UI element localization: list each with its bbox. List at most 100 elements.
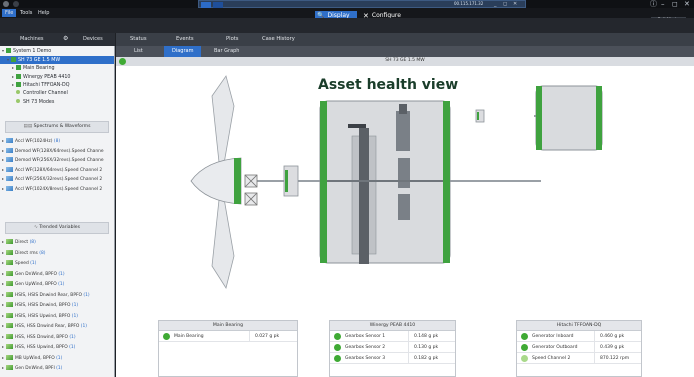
trended-item[interactable]: ▸ MB UpWind, BPFO (1) xyxy=(0,354,114,362)
sensor-row[interactable]: Gearbox Sensor 1 0.148 g pk xyxy=(330,331,455,342)
gear-upper-cap xyxy=(399,104,407,114)
trended-item-label: Direct rms xyxy=(15,250,38,256)
machine-status-strip: SH 73 GE 1.5 MW xyxy=(116,57,694,66)
trended-item[interactable]: ▸ Speed (1) xyxy=(0,259,114,267)
sensor-row[interactable]: Speed Channel 2 870.122 rpm xyxy=(517,353,641,364)
trended-item[interactable]: ▸ HSIS, HSIS Dnwind Rear, BPFO (1) xyxy=(0,291,114,299)
machine-icon xyxy=(11,56,16,62)
trended-item-count: (8) xyxy=(29,240,36,245)
trended-item-label: HSS, HSS Dnwind Rear, BPFO xyxy=(15,324,80,329)
subtab-diagram[interactable]: Diagram xyxy=(164,46,202,57)
trend-chart-icon xyxy=(6,281,13,286)
close-icon[interactable]: ✕ xyxy=(684,0,690,8)
tree-item[interactable]: ▸ Winergy PEAB 4410 xyxy=(0,73,114,81)
trended-item[interactable]: ▸ HSIS, HSIS Dnwind, BPFO (1) xyxy=(0,301,114,309)
sensor-row[interactable]: Generator Outboard 0.439 g pk xyxy=(517,342,641,353)
tab-case-history[interactable]: Case History xyxy=(262,36,295,42)
trended-item-count: (1) xyxy=(58,282,65,287)
tab-status[interactable]: Status xyxy=(130,36,147,42)
trended-item[interactable]: ▸ HSIS, HSIS Upwind, BPFO (1) xyxy=(0,312,114,320)
trended-item-label: HSIS, HSIS Dnwind, BPFO xyxy=(15,303,71,308)
trended-item[interactable]: ▸ Direct rms (8) xyxy=(0,249,114,257)
menu-file[interactable]: File xyxy=(2,9,17,17)
trend-chart-icon xyxy=(6,365,13,370)
spectrum-item-label: Accl WF(256X/32revs).Speed Channel 2 xyxy=(15,177,103,182)
trended-item-label: Direct xyxy=(15,240,29,245)
spectrum-item[interactable]: ▸ Accl WF(1024X/8revs).Speed Channel 2 xyxy=(0,185,114,193)
tree-item[interactable]: ▾ SH 73 GE 1.5 MW xyxy=(0,55,114,64)
tree-item[interactable]: ▾ System 1 Demo xyxy=(0,47,114,55)
sensor-panel: Hitachi TFFOAN-DQ Generator Inboard 0.460 … xyxy=(516,320,642,377)
tab-events[interactable]: Events xyxy=(176,36,194,42)
spectrum-item-count: (8) xyxy=(53,139,61,144)
trended-item[interactable]: ▸ Gen DnWind, BPFO (1) xyxy=(0,270,114,278)
trended-item[interactable]: ▸ HSS, HSS Upwind, BPFO (1) xyxy=(0,343,114,351)
waveform-icon xyxy=(6,147,13,153)
tree-item-label: Controller Channel xyxy=(23,91,68,96)
trended-item-count: (1) xyxy=(80,324,88,329)
hub-status-band xyxy=(234,158,241,204)
maximize-icon[interactable]: ◻ xyxy=(672,0,678,8)
session-close-icon[interactable]: ✕ xyxy=(513,1,517,7)
sensor-panel-title: Hitachi TFFOAN-DQ xyxy=(517,321,641,331)
trend-chart-icon xyxy=(6,323,13,328)
subtab-bar-graph[interactable]: Bar Graph xyxy=(206,46,247,57)
trended-item[interactable]: ▸ HSS, HSS Dnwind Rear, BPFO (1) xyxy=(0,322,114,330)
menu-tools[interactable]: Tools xyxy=(20,9,32,17)
session-restore-icon[interactable]: ◻ xyxy=(503,1,507,7)
sensor-value: 870.122 rpm xyxy=(600,356,630,361)
sensor-panel: Main Bearing Main Bearing 0.027 g pk xyxy=(158,320,298,377)
toolbar-strip xyxy=(0,18,694,33)
menu-help[interactable]: Help xyxy=(38,9,49,17)
trend-chart-icon xyxy=(6,354,13,360)
spectrum-item[interactable]: ▸ Accl WF(1024Hz) (8) xyxy=(0,137,114,145)
trended-item[interactable]: ▸ Direct (8) xyxy=(0,238,114,246)
sensor-label: Gearbox Sensor 1 xyxy=(345,334,386,339)
sensor-panel: Winergy PEAB 4410 Gearbox Sensor 1 0.148 g… xyxy=(329,320,456,377)
column-divider xyxy=(408,342,409,352)
machine-icon xyxy=(16,82,21,88)
spectrum-item-label: Demod WF(256X/32revs).Speed Channe xyxy=(15,158,104,163)
trended-item[interactable]: ▸ Gen DnWind, BPFI (1) xyxy=(0,364,114,372)
spectrum-item[interactable]: ▸ Accl WF(128X/64revs).Speed Channel 2 xyxy=(0,166,114,174)
sensor-value: 0.130 g pk xyxy=(414,345,439,350)
window-title: 00.115.171.32 xyxy=(454,1,484,6)
output-coupling-band xyxy=(477,112,479,120)
sensor-row[interactable]: Gearbox Sensor 3 0.182 g pk xyxy=(330,353,455,364)
gear-low xyxy=(398,194,410,220)
session-minimize-icon[interactable]: _ xyxy=(494,1,497,7)
trended-item[interactable]: ▸ Gen UpWind, BPFO (1) xyxy=(0,280,114,288)
trended-item-count: (1) xyxy=(56,366,63,371)
tree-item-label: System 1 Demo xyxy=(13,49,52,54)
tree-item[interactable]: SH 73 Modes xyxy=(0,98,114,107)
spectrum-item[interactable]: ▸ Demod WF(128X/64revs).Speed Channe xyxy=(0,147,114,155)
wrench-icon[interactable]: ⚙ xyxy=(63,35,68,42)
spectrum-item[interactable]: ▸ Accl WF(256X/32revs).Speed Channel 2 xyxy=(0,175,114,183)
trended-item[interactable]: ▸ HSS, HSS Dnwind, BPFO (1) xyxy=(0,333,114,341)
spectrum-item[interactable]: ▸ Demod WF(256X/32revs).Speed Channe xyxy=(0,156,114,164)
tree-item[interactable]: ▸ Main Bearing xyxy=(0,64,114,72)
tab-plots[interactable]: Plots xyxy=(226,36,238,42)
help-icon[interactable]: ⓘ xyxy=(650,0,657,8)
trend-chart-icon xyxy=(6,302,13,307)
remote-session-bar: 00.115.171.32 _ ◻ ✕ xyxy=(198,0,526,8)
spectrums-section-header[interactable]: ▤▤ Spectrums & Waveforms xyxy=(5,121,109,133)
minimize-icon[interactable]: – xyxy=(661,0,665,8)
sensor-row[interactable]: Generator Inboard 0.460 g pk xyxy=(517,331,641,342)
sensor-row[interactable]: Gearbox Sensor 2 0.130 g pk xyxy=(330,342,455,353)
waveform-icon xyxy=(6,185,13,191)
sensor-label: Generator Inboard xyxy=(532,334,574,339)
generator-status-band-left xyxy=(536,86,542,150)
tab-machines[interactable]: Machines xyxy=(20,36,44,42)
tree-item-label: Winergy PEAB 4410 xyxy=(23,74,71,80)
trended-item-count: (1) xyxy=(69,334,76,340)
trend-chart-icon xyxy=(6,239,13,244)
subtab-list[interactable]: List xyxy=(126,46,151,57)
waveform-icon xyxy=(6,138,13,143)
sensor-row[interactable]: Main Bearing 0.027 g pk xyxy=(159,331,297,342)
tree-item[interactable]: Controller Channel xyxy=(0,90,114,98)
tree-item[interactable]: ▸ Hitachi TFFOAN-DQ xyxy=(0,81,114,89)
trended-section-header[interactable]: ∿ Trended Variables xyxy=(5,222,109,234)
tab-devices[interactable]: Devices xyxy=(83,36,103,42)
spectrum-item-label: Accl WF(1024X/8revs).Speed Channel 2 xyxy=(15,186,103,192)
